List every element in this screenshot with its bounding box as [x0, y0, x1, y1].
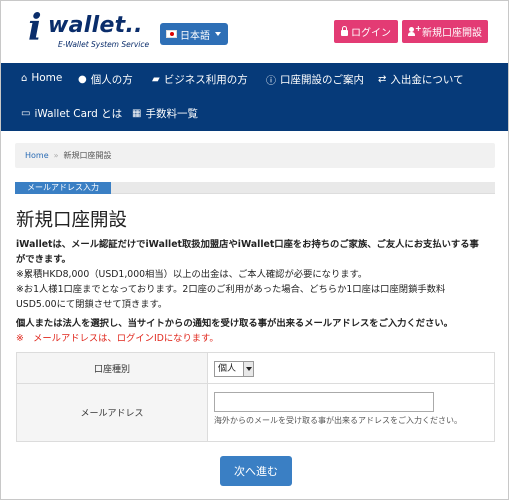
login-label: ログイン [351, 28, 391, 39]
nav-item-card[interactable]: ▭ iWallet Card とは [21, 106, 122, 121]
nav-item-home[interactable]: ⌂ Home [21, 72, 62, 84]
nav-item-deposit[interactable]: ⇄ 入出金について [378, 72, 464, 87]
email-label: メールアドレス [17, 384, 208, 441]
japan-flag-icon [166, 30, 177, 38]
home-icon: ⌂ [21, 72, 28, 84]
nav-label: 入出金について [390, 74, 464, 86]
breadcrumb: Home » 新規口座開設 [15, 143, 495, 168]
registration-form: 口座種別 個人 メールアドレス 海外からのメールを受け取る事が出来るアドレスをご… [16, 352, 495, 442]
briefcase-icon: ▰ [152, 74, 160, 85]
intro-text: iWalletは、メール認証だけでiWallet取扱加盟店やiWallet口座を… [16, 237, 500, 312]
language-dropdown[interactable]: 日本語 [160, 23, 228, 45]
nav-label: 個人の方 [90, 74, 133, 86]
logo-tagline: E-Wallet System Service [58, 40, 150, 49]
email-help-text: 海外からのメールを受け取る事が出来るアドレスをご入力ください。 [214, 416, 462, 425]
breadcrumb-current: 新規口座開設 [63, 151, 112, 160]
main-nav: ⌂ Home ● 個人の方 ▰ ビジネス利用の方 ⓘ 口座開設のご案内 ⇄ 入出… [1, 63, 508, 131]
exchange-icon: ⇄ [378, 74, 387, 85]
info-icon: ⓘ [266, 76, 276, 87]
account-type-select[interactable]: 個人 [214, 361, 254, 377]
nav-item-fees[interactable]: ▦ 手数料一覧 [132, 106, 198, 121]
intro-note-1: ※累積HKD8,000（USD1,000相当）以上の出金は、ご本人確認が必要にな… [16, 269, 368, 280]
logo-wordmark: wallet.. [48, 13, 143, 38]
signup-label: 新規口座開設 [422, 28, 482, 39]
account-type-value: 個人 [218, 364, 237, 374]
intro-bold-line-1: iWalletは、メール認証だけでiWallet取扱加盟店やiWallet口座を… [16, 239, 479, 250]
next-button[interactable]: 次へ進む [220, 456, 292, 486]
intro-note-3: USD5.00にて閉鎖させて頂きます。 [16, 299, 168, 310]
logo-i-mark: i [28, 7, 42, 49]
lock-icon [341, 26, 348, 36]
nav-label: iWallet Card とは [34, 108, 123, 120]
signup-button[interactable]: 新規口座開設 [402, 20, 488, 43]
nav-label: ビジネス利用の方 [163, 74, 248, 86]
breadcrumb-separator: » [53, 151, 59, 160]
form-instruction: 個人または法人を選択し、当サイトからの通知を受け取る事が出来るメールアドレスをご… [16, 318, 453, 329]
language-label: 日本語 [180, 30, 210, 42]
account-type-row: 口座種別 個人 [17, 353, 494, 384]
nav-label: 手数料一覧 [145, 108, 198, 120]
login-id-warning: ※ メールアドレスは、ログインIDになります。 [16, 333, 219, 344]
card-icon: ▭ [21, 108, 31, 119]
login-button[interactable]: ログイン [334, 20, 398, 43]
select-arrow-icon [243, 362, 253, 376]
caret-down-icon [215, 32, 221, 36]
intro-note-2: ※お1人様1口座までとなっております。2口座のご利用があった場合、どちらか1口座… [16, 284, 446, 295]
iwallet-logo[interactable]: i wallet.. E-Wallet System Service [28, 9, 158, 53]
page-title: 新規口座開設 [16, 210, 128, 231]
nav-item-business[interactable]: ▰ ビジネス利用の方 [152, 72, 248, 87]
user-icon: ● [78, 74, 87, 85]
step-indicator: メールアドレス入力 [15, 182, 495, 194]
user-plus-icon [408, 24, 422, 37]
email-row: メールアドレス 海外からのメールを受け取る事が出来るアドレスをご入力ください。 [17, 384, 494, 441]
email-input[interactable] [214, 392, 434, 412]
nav-label: Home [31, 72, 63, 84]
intro-bold-line-2: ができます。 [16, 254, 71, 265]
breadcrumb-home-link[interactable]: Home [25, 151, 49, 160]
step-label: メールアドレス入力 [15, 182, 111, 194]
page-frame: i wallet.. E-Wallet System Service 日本語 ロ… [0, 0, 509, 500]
nav-item-account-guide[interactable]: ⓘ 口座開設のご案内 [266, 72, 364, 87]
site-header: i wallet.. E-Wallet System Service 日本語 ロ… [1, 1, 508, 63]
account-type-label: 口座種別 [17, 353, 208, 383]
calculator-icon: ▦ [132, 108, 142, 119]
nav-item-personal[interactable]: ● 個人の方 [78, 72, 133, 87]
nav-label: 口座開設のご案内 [280, 74, 364, 86]
